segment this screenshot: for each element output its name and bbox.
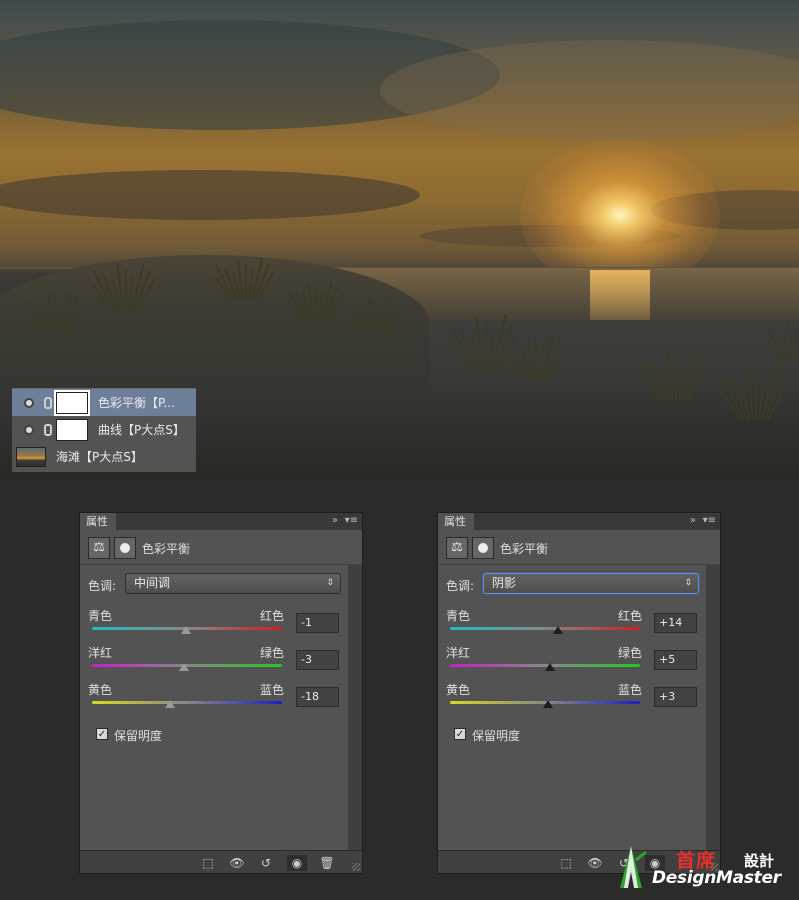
slider-knob[interactable] [179, 663, 190, 671]
grass-blade [125, 270, 127, 310]
panel-header: ⚖ 色彩平衡 [80, 531, 362, 565]
scrollbar[interactable] [706, 565, 720, 850]
watermark-english: DesignMaster [652, 868, 781, 888]
grass-blade [675, 356, 677, 400]
slider-value-input[interactable]: -1 [296, 613, 339, 633]
collapse-icon[interactable]: » [332, 515, 338, 526]
panel-tab-bar: 属性 » ▾≡ [80, 513, 362, 530]
designmaster-logo-icon [620, 846, 646, 888]
slider-left-label: 洋红 [446, 646, 471, 660]
slider-knob[interactable] [181, 626, 192, 634]
layer-name[interactable]: 曲线【P大点S】 [98, 421, 185, 438]
tone-select[interactable]: 阴影 ⇕ [483, 573, 699, 594]
slider-right-label: 蓝色 [618, 683, 643, 697]
panel-menu-icon[interactable]: ▾≡ [703, 515, 716, 526]
grass-blade [55, 298, 57, 330]
layer-row-beach[interactable]: 海滩【P大点S】 [12, 443, 196, 470]
preserve-luminosity-label: 保留明度 [114, 729, 163, 743]
color-slider-track[interactable] [92, 701, 282, 704]
preserve-luminosity-checkbox[interactable]: ✓ [96, 728, 108, 740]
visibility-eye-icon[interactable] [24, 397, 34, 408]
layer-row-curves[interactable]: 曲线【P大点S】 [12, 416, 196, 443]
select-arrow-icon: ⇕ [326, 578, 334, 588]
layer-mask-thumbnail[interactable] [54, 389, 90, 416]
tab-properties[interactable]: 属性 [438, 513, 474, 530]
layers-panel: 色彩平衡【P... 曲线【P大点S】 海滩【P大点S】 [12, 388, 196, 472]
color-slider-track[interactable] [450, 627, 640, 630]
grass-blade [375, 302, 377, 330]
tone-label: 色调: [88, 579, 117, 593]
balance-icon[interactable]: ⚖ [88, 537, 110, 559]
slider-left-label: 青色 [446, 609, 471, 623]
screenshot-root: { "layers": [ {"name": "色彩平衡【P...", "sel… [0, 0, 799, 900]
chain-link-icon[interactable] [44, 396, 52, 409]
slider-value-input[interactable]: -18 [296, 687, 339, 707]
view-previous-icon[interactable]: 👁 [585, 855, 605, 871]
cloud [380, 40, 799, 140]
tab-properties[interactable]: 属性 [80, 513, 116, 530]
grass-blade [485, 322, 487, 370]
layer-name[interactable]: 色彩平衡【P... [98, 394, 175, 411]
slider-knob[interactable] [164, 700, 175, 708]
tone-select-value: 阴影 [492, 576, 517, 590]
resize-grip-icon[interactable] [352, 863, 360, 871]
visibility-eye-icon[interactable] [24, 424, 34, 435]
view-previous-icon[interactable]: 👁 [227, 855, 247, 871]
slider-left-label: 洋红 [88, 646, 113, 660]
preserve-luminosity-label: 保留明度 [472, 729, 521, 743]
scrollbar[interactable] [348, 565, 362, 850]
slider-value-input[interactable]: -3 [296, 650, 339, 670]
layer-row-color-balance[interactable]: 色彩平衡【P... [12, 389, 196, 416]
mask-icon[interactable] [114, 537, 136, 559]
grass-blade [755, 372, 757, 420]
layer-mask-thumbnail[interactable] [56, 418, 88, 441]
layer-name[interactable]: 海滩【P大点S】 [56, 448, 143, 465]
panel-header: ⚖ 色彩平衡 [438, 531, 720, 565]
tone-label: 色调: [446, 579, 475, 593]
grass-blade [795, 328, 797, 360]
properties-panel-midtones: 属性 » ▾≡ ⚖ 色彩平衡 色调: 中间调 ⇕ ✓ 保留明度 ⬚ 👁 ↺ ◉ … [79, 512, 363, 874]
clip-icon[interactable]: ⬚ [198, 855, 218, 871]
trash-icon[interactable]: 🗑 [317, 855, 337, 871]
clip-icon[interactable]: ⬚ [556, 855, 576, 871]
collapse-icon[interactable]: » [690, 515, 696, 526]
balance-icon[interactable]: ⚖ [446, 537, 468, 559]
cloud [0, 170, 420, 220]
mask-icon[interactable] [472, 537, 494, 559]
grass-blade [245, 264, 247, 300]
slider-right-label: 绿色 [260, 646, 285, 660]
panel-tab-bar: 属性 » ▾≡ [438, 513, 720, 530]
slider-left-label: 黄色 [446, 683, 471, 697]
layer-image-thumbnail[interactable] [16, 446, 46, 467]
adjustment-title: 色彩平衡 [500, 542, 549, 556]
slider-knob[interactable] [544, 663, 555, 671]
reset-icon[interactable]: ↺ [256, 855, 276, 871]
select-arrow-icon: ⇕ [684, 578, 692, 588]
slider-left-label: 青色 [88, 609, 113, 623]
slider-knob[interactable] [553, 626, 564, 634]
visibility-icon[interactable]: ◉ [287, 855, 307, 871]
slider-right-label: 绿色 [618, 646, 643, 660]
tone-select[interactable]: 中间调 ⇕ [125, 573, 341, 594]
slider-right-label: 红色 [260, 609, 285, 623]
panel-footer: ⬚ 👁 ↺ ◉ 🗑 [80, 850, 362, 873]
tone-select-value: 中间调 [134, 576, 171, 590]
slider-left-label: 黄色 [88, 683, 113, 697]
adjustment-title: 色彩平衡 [142, 542, 191, 556]
preserve-luminosity-checkbox[interactable]: ✓ [454, 728, 466, 740]
slider-value-input[interactable]: +5 [654, 650, 697, 670]
slider-right-label: 蓝色 [260, 683, 285, 697]
slider-right-label: 红色 [618, 609, 643, 623]
properties-panel-shadows: 属性 » ▾≡ ⚖ 色彩平衡 色调: 阴影 ⇕ ✓ 保留明度 ⬚ 👁 ↺ ◉ 青… [437, 512, 721, 874]
panel-menu-icon[interactable]: ▾≡ [345, 515, 358, 526]
slider-value-input[interactable]: +3 [654, 687, 697, 707]
grass-blade [535, 340, 537, 380]
slider-value-input[interactable]: +14 [654, 613, 697, 633]
slider-knob[interactable] [542, 700, 553, 708]
grass-blade [315, 288, 317, 320]
chain-link-icon[interactable] [44, 423, 52, 436]
